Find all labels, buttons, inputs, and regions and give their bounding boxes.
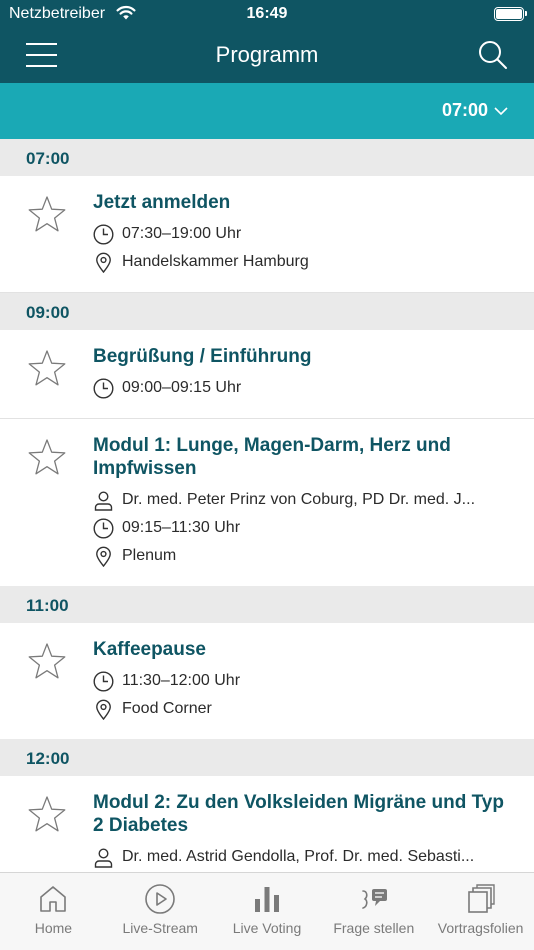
clock: 16:49 bbox=[246, 5, 288, 22]
time-filter-bar: 07:00 bbox=[0, 83, 534, 139]
tab-label: Frage stellen bbox=[333, 920, 415, 936]
time-section-header: 09:00 bbox=[0, 293, 534, 330]
tab-label: Home bbox=[34, 920, 73, 936]
program-title: Jetzt anmelden bbox=[93, 192, 231, 213]
star-icon[interactable] bbox=[27, 795, 67, 833]
program-time: 09:15–11:30 Uhr bbox=[122, 519, 241, 536]
program-speakers-row: Dr. med. Astrid Gendolla, Prof. Dr. med.… bbox=[93, 843, 514, 871]
program-location-row: Food Corner bbox=[93, 695, 514, 723]
page-title: Programm bbox=[215, 42, 319, 67]
program-list[interactable]: 07:00 Jetzt anmelden 07:30–19:00 Uhr Han… bbox=[0, 139, 534, 872]
program-item[interactable]: Jetzt anmelden 07:30–19:00 Uhr Handelska… bbox=[0, 176, 534, 293]
program-title: Modul 1: Lunge, Magen-Darm, Herz und Imp… bbox=[93, 435, 451, 479]
tab-slides[interactable]: Vortragsfolien bbox=[427, 873, 534, 950]
program-location: Handelskammer Hamburg bbox=[122, 253, 309, 270]
tab-live-voting[interactable]: Live Voting bbox=[214, 873, 321, 950]
home-icon bbox=[40, 886, 67, 912]
program-item[interactable]: Begrüßung / Einführung 09:00–09:15 Uhr bbox=[0, 330, 534, 419]
play-icon bbox=[145, 884, 175, 914]
program-item[interactable]: Kaffeepause 11:30–12:00 Uhr Food Corner bbox=[0, 623, 534, 739]
location-pin-icon bbox=[96, 699, 111, 720]
star-icon[interactable] bbox=[27, 438, 67, 476]
time-selector[interactable]: 07:00 bbox=[442, 100, 508, 121]
ask-question-icon bbox=[361, 889, 387, 909]
tab-label: Live Voting bbox=[232, 920, 302, 936]
tab-label: Vortragsfolien bbox=[437, 920, 524, 936]
tab-live-stream[interactable]: Live-Stream bbox=[107, 873, 214, 950]
program-title: Begrüßung / Einführung bbox=[93, 346, 312, 367]
program-time-row: 09:15–11:30 Uhr bbox=[93, 514, 514, 542]
slides-icon bbox=[467, 884, 495, 913]
person-icon bbox=[94, 490, 113, 511]
program-time-row: 07:30–19:00 Uhr bbox=[93, 220, 514, 248]
program-location-row: Handelskammer Hamburg bbox=[93, 248, 514, 276]
search-icon[interactable] bbox=[478, 40, 508, 70]
star-icon[interactable] bbox=[27, 195, 67, 233]
program-speakers-row: Dr. med. Peter Prinz von Coburg, PD Dr. … bbox=[93, 486, 514, 514]
star-icon[interactable] bbox=[27, 642, 67, 680]
time-section-header: 11:00 bbox=[0, 586, 534, 623]
program-item[interactable]: Modul 2: Zu den Volksleiden Migräne und … bbox=[0, 776, 534, 872]
tab-ask-question[interactable]: Frage stellen bbox=[320, 873, 427, 950]
clock-icon bbox=[93, 223, 114, 245]
program-time-row: 11:30–12:00 Uhr bbox=[93, 667, 514, 695]
clock-icon bbox=[93, 670, 114, 692]
location-pin-icon bbox=[96, 252, 111, 273]
time-section-header: 07:00 bbox=[0, 139, 534, 176]
star-icon[interactable] bbox=[27, 349, 67, 387]
time-selector-value: 07:00 bbox=[441, 100, 488, 120]
tab-label: Live-Stream bbox=[122, 920, 198, 936]
program-time: 11:30–12:00 Uhr bbox=[122, 672, 241, 689]
program-title: Kaffeepause bbox=[93, 639, 206, 660]
program-speakers: Dr. med. Astrid Gendolla, Prof. Dr. med.… bbox=[122, 848, 475, 865]
program-title: Modul 2: Zu den Volksleiden Migräne und … bbox=[93, 792, 504, 836]
program-item[interactable]: Modul 1: Lunge, Magen-Darm, Herz und Imp… bbox=[0, 419, 534, 586]
clock-icon bbox=[93, 517, 114, 539]
program-time: 07:30–19:00 Uhr bbox=[122, 225, 242, 242]
chevron-down-icon bbox=[494, 106, 508, 115]
program-location-row: Plenum bbox=[93, 542, 514, 570]
tab-bar: Home Live-Stream Live Voting Frage stell… bbox=[0, 872, 534, 950]
status-bar: Netzbetreiber 16:49 bbox=[0, 0, 534, 30]
clock-icon bbox=[93, 377, 114, 399]
program-time: 09:00–09:15 Uhr bbox=[122, 379, 242, 396]
program-time-row: 09:00–09:15 Uhr bbox=[93, 374, 514, 402]
tab-home[interactable]: Home bbox=[0, 873, 107, 950]
program-location: Food Corner bbox=[122, 700, 212, 717]
time-section-header: 12:00 bbox=[0, 739, 534, 776]
person-icon bbox=[94, 847, 113, 868]
program-location: Plenum bbox=[122, 547, 177, 564]
program-speakers: Dr. med. Peter Prinz von Coburg, PD Dr. … bbox=[122, 491, 476, 508]
bar-chart-icon bbox=[254, 887, 279, 912]
battery-icon bbox=[494, 7, 527, 21]
location-pin-icon bbox=[96, 546, 111, 567]
nav-bar: Programm bbox=[0, 30, 534, 83]
